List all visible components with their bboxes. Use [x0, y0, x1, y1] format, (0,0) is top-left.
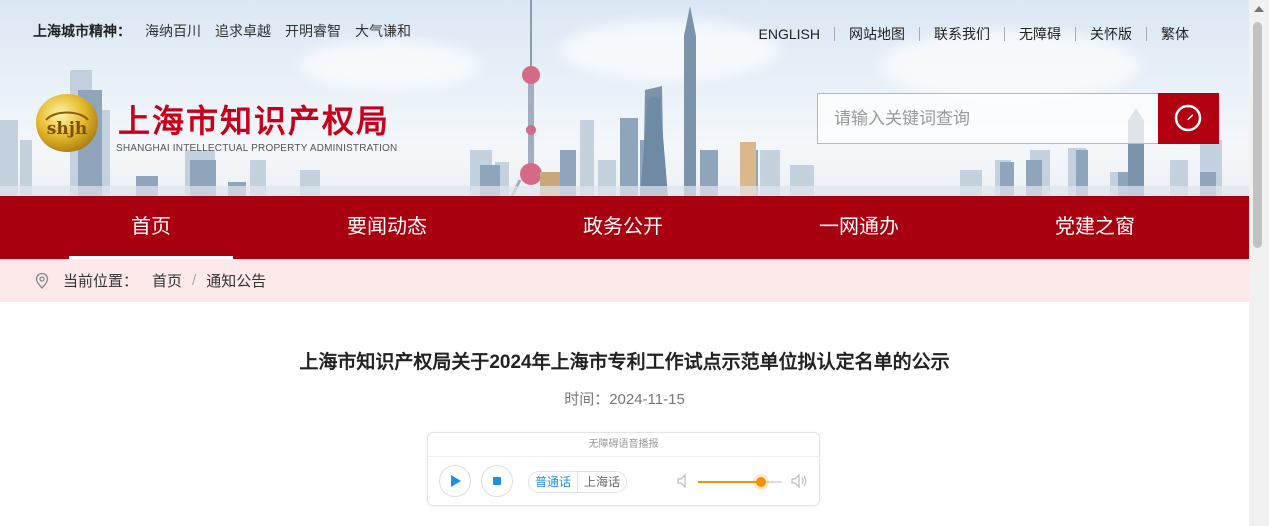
scrollbar-thumb[interactable] — [1253, 22, 1262, 248]
article-title: 上海市知识产权局关于2024年上海市专利工作试点示范单位拟认定名单的公示 — [299, 352, 950, 373]
lang-option-mandarin[interactable]: 普通话 — [529, 472, 579, 492]
nav-item-online-services[interactable]: 一网通办 — [741, 196, 977, 259]
volume-slider-handle[interactable] — [756, 477, 766, 487]
player-title: 无障碍语音播报 — [428, 433, 819, 457]
breadcrumb-home[interactable]: 首页 — [152, 270, 182, 291]
main-navigation: 首页 要闻动态 政务公开 一网通办 党建之窗 — [0, 196, 1249, 259]
svg-text:shjh: shjh — [47, 119, 87, 139]
link-contact[interactable]: 联系我们 — [920, 24, 1004, 44]
stop-icon — [493, 477, 501, 485]
search-bar — [817, 93, 1219, 144]
location-pin-icon — [33, 272, 51, 290]
site-header: 上海城市精神： 海纳百川 追求卓越 开明睿智 大气谦和 ENGLISH 网站地图 联系我… — [0, 0, 1249, 196]
volume-low-icon[interactable] — [676, 473, 690, 489]
site-subtitle: SHANGHAI INTELLECTUAL PROPERTY ADMINISTR… — [116, 143, 398, 154]
play-button[interactable] — [439, 465, 471, 497]
city-spirit-item: 开明睿智 — [285, 23, 341, 39]
volume-slider[interactable] — [698, 477, 782, 487]
lang-option-shanghainese[interactable]: 上海话 — [578, 472, 626, 492]
nav-item-party-building[interactable]: 党建之窗 — [977, 196, 1213, 259]
link-elder-mode[interactable]: 关怀版 — [1076, 24, 1146, 44]
breadcrumb: 当前位置： 首页 / 通知公告 — [0, 259, 1249, 302]
stop-button[interactable] — [481, 465, 513, 497]
play-icon — [451, 475, 461, 487]
breadcrumb-label: 当前位置： — [63, 273, 139, 290]
city-spirit-item: 海纳百川 — [145, 23, 201, 39]
link-english[interactable]: ENGLISH — [745, 26, 834, 42]
city-spirit-bar: 上海城市精神： 海纳百川 追求卓越 开明睿智 大气谦和 — [33, 21, 411, 41]
nav-item-government-affairs[interactable]: 政务公开 — [505, 196, 741, 259]
breadcrumb-notices[interactable]: 通知公告 — [206, 270, 266, 291]
city-spirit-item: 追求卓越 — [215, 23, 271, 39]
utility-links: ENGLISH 网站地图 联系我们 无障碍 关怀版 繁体 — [745, 24, 1189, 44]
scroll-up-arrow-icon[interactable] — [1254, 6, 1264, 12]
link-accessibility[interactable]: 无障碍 — [1005, 24, 1075, 44]
link-sitemap[interactable]: 网站地图 — [835, 24, 919, 44]
nav-item-news[interactable]: 要闻动态 — [269, 196, 505, 259]
voice-broadcast-player: 无障碍语音播报 普通话 上海话 — [427, 432, 820, 506]
link-traditional-chinese[interactable]: 繁体 — [1147, 24, 1189, 44]
breadcrumb-separator: / — [192, 272, 197, 289]
city-spirit-item: 大气谦和 — [355, 23, 411, 39]
search-icon — [1174, 104, 1201, 131]
search-button[interactable] — [1158, 93, 1219, 144]
volume-slider-fill — [698, 481, 761, 483]
nav-item-home[interactable]: 首页 — [33, 196, 269, 259]
city-spirit-label: 上海城市精神： — [33, 23, 131, 39]
search-input[interactable] — [817, 93, 1158, 144]
site-title[interactable]: 上海市知识产权局 — [118, 96, 390, 142]
volume-high-icon[interactable] — [790, 473, 808, 489]
language-switch: 普通话 上海话 — [528, 471, 628, 493]
article-date: 时间：2024-11-15 — [564, 391, 685, 408]
vertical-scrollbar[interactable] — [1249, 0, 1269, 526]
page: 上海城市精神： 海纳百川 追求卓越 开明睿智 大气谦和 ENGLISH 网站地图 联系我… — [0, 0, 1249, 526]
site-logo-icon[interactable]: shjh — [32, 92, 102, 154]
